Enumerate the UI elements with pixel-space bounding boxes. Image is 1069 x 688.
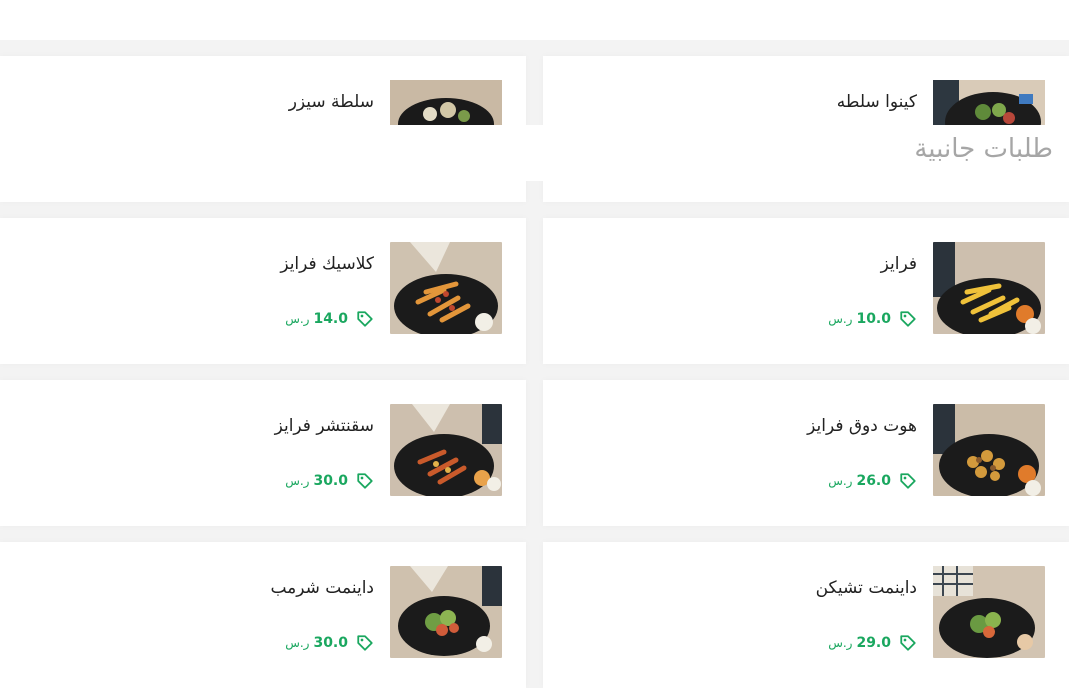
price-amount: 29.0 <box>856 635 891 651</box>
item-photo <box>933 80 1045 125</box>
menu-item-card[interactable]: داينمت شرمب 30.0 ر.س <box>0 542 526 688</box>
item-name: كينوا سلطه <box>836 92 917 112</box>
menu-item-card[interactable]: هوت دوق فرايز 26.0 ر.س <box>543 380 1069 526</box>
item-photo <box>933 242 1045 334</box>
tag-icon <box>357 635 373 651</box>
price: 26.0 ر.س <box>828 472 917 490</box>
top-bar <box>0 0 1069 40</box>
tag-icon <box>357 473 373 489</box>
price-currency: ر.س <box>828 312 853 326</box>
item-name: فرايز <box>880 254 917 274</box>
item-photo <box>390 242 502 334</box>
item-name: كلاسيك فرايز <box>280 254 374 274</box>
item-name: هوت دوق فرايز <box>807 416 917 436</box>
item-name: داينمت تشيكن <box>815 578 917 598</box>
tag-icon <box>900 311 916 327</box>
tag-icon <box>900 473 916 489</box>
item-photo <box>933 566 1045 658</box>
price-amount: 30.0 <box>313 473 348 489</box>
menu-item-card[interactable]: داينمت تشيكن 29.0 ر.س <box>543 542 1069 688</box>
price: 14.0 ر.س <box>285 310 374 328</box>
section-title: طلبات جانبية <box>914 134 1053 164</box>
price: 10.0 ر.س <box>828 310 917 328</box>
item-name: سقنتشر فرايز <box>274 416 374 436</box>
item-photo <box>933 404 1045 496</box>
menu-item-card[interactable]: كلاسيك فرايز 14.0 ر.س <box>0 218 526 364</box>
price: 30.0 ر.س <box>285 634 374 652</box>
price-currency: ر.س <box>285 312 310 326</box>
item-photo <box>390 404 502 496</box>
price-currency: ر.س <box>828 636 853 650</box>
price-amount: 30.0 <box>313 635 348 651</box>
menu-item-card[interactable]: سقنتشر فرايز 30.0 ر.س <box>0 380 526 526</box>
menu-item-card[interactable]: سلطة سيزر <box>0 56 526 202</box>
price-amount: 10.0 <box>856 311 891 327</box>
tag-icon <box>357 311 373 327</box>
price-currency: ر.س <box>285 636 310 650</box>
price-currency: ر.س <box>285 474 310 488</box>
price-amount: 14.0 <box>313 311 348 327</box>
price: 29.0 ر.س <box>828 634 917 652</box>
price-amount: 26.0 <box>856 473 891 489</box>
price-currency: ر.س <box>828 474 853 488</box>
item-name: داينمت شرمب <box>270 578 374 598</box>
section-header-background <box>525 125 543 181</box>
item-name: سلطة سيزر <box>288 92 374 112</box>
tag-icon <box>900 635 916 651</box>
price: 30.0 ر.س <box>285 472 374 490</box>
item-photo <box>390 566 502 658</box>
menu-item-card[interactable]: فرايز 10.0 ر.س <box>543 218 1069 364</box>
item-photo <box>390 80 502 125</box>
